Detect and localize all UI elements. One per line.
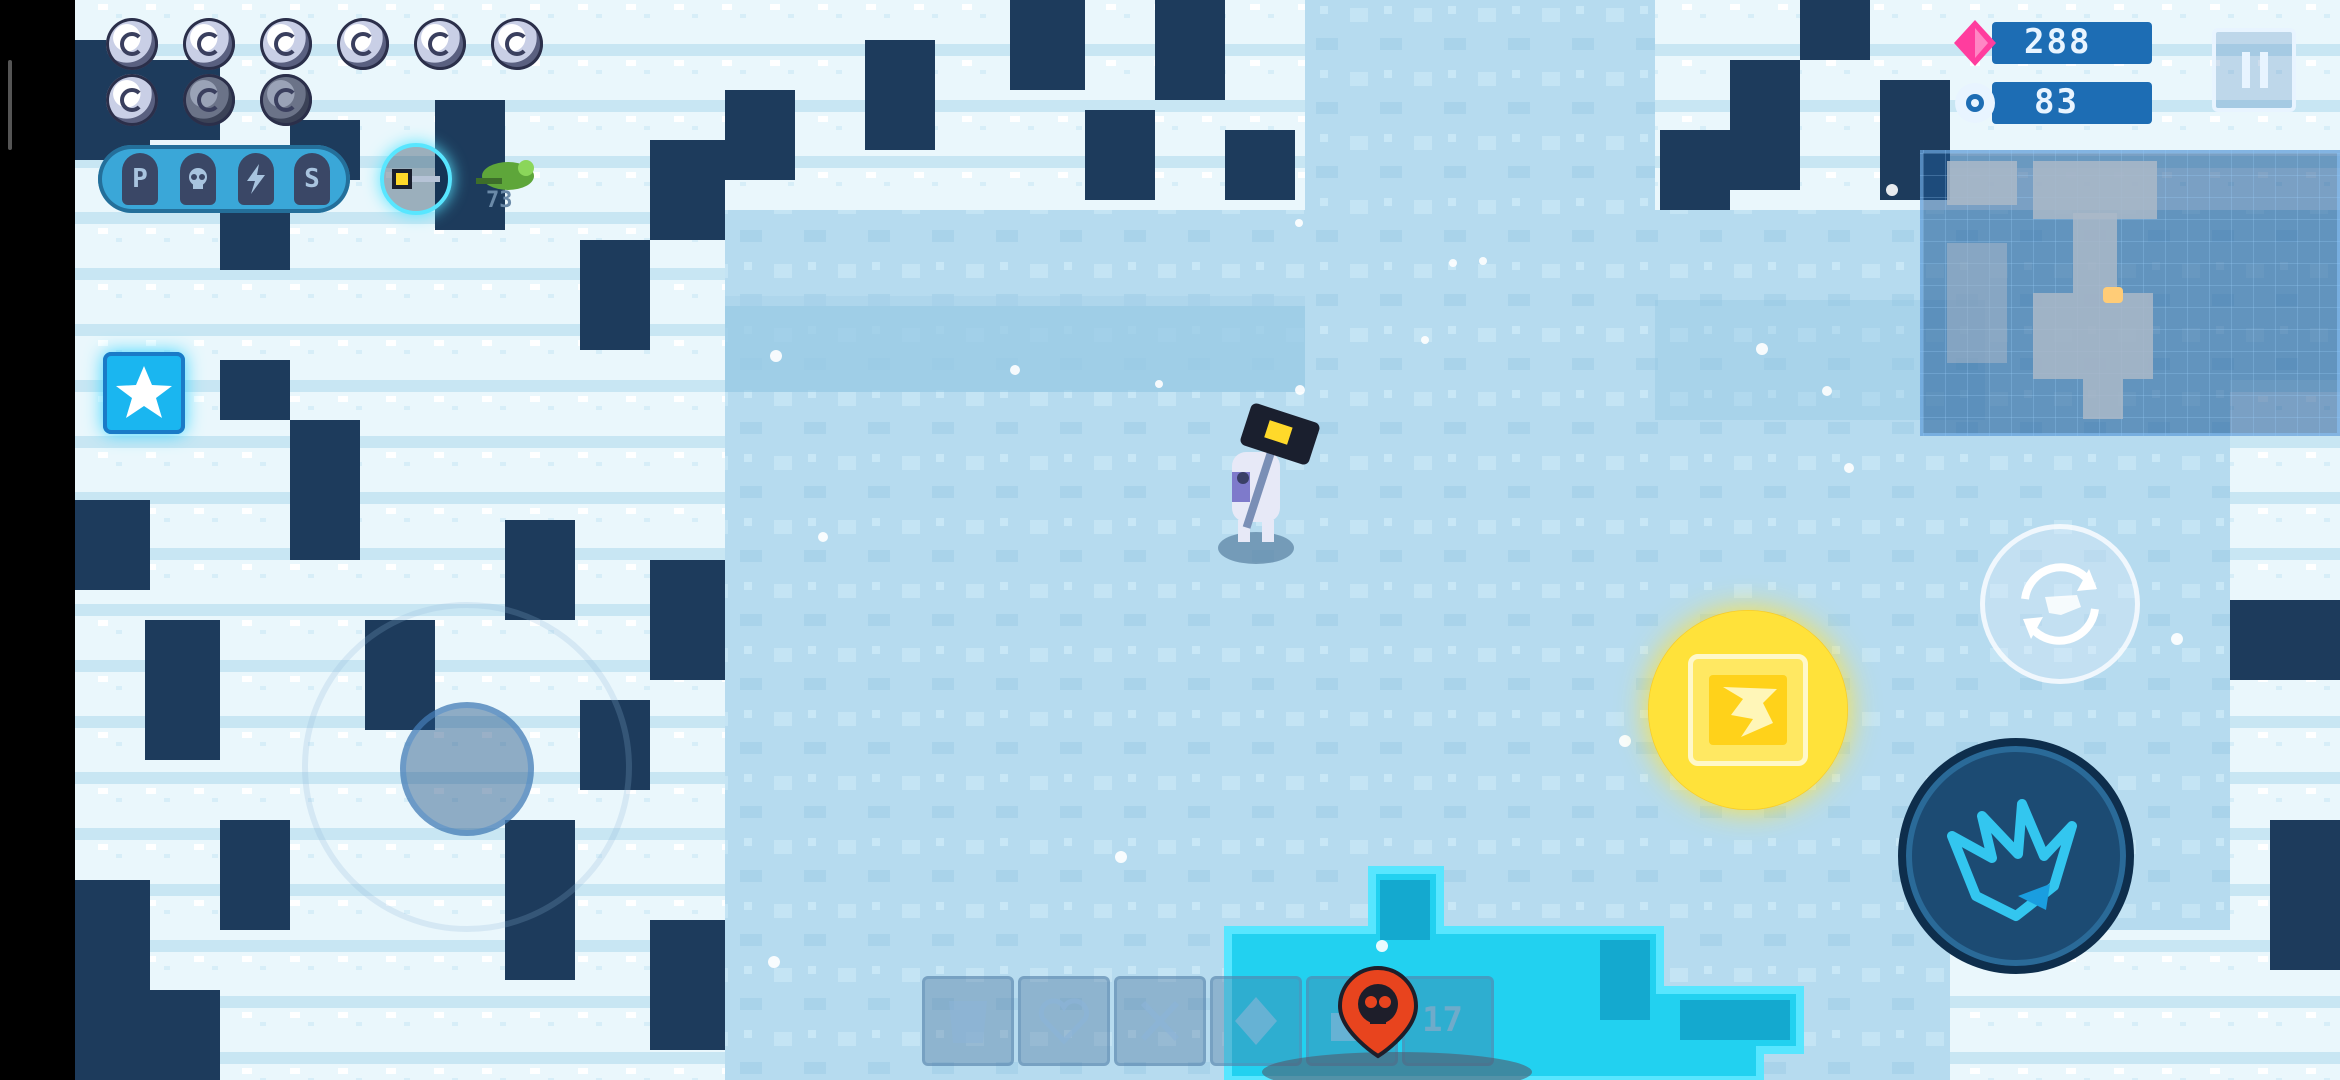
gear-count: 83 <box>2034 82 2079 122</box>
minimap-room <box>2033 293 2153 379</box>
heart-slot-icon <box>1038 998 1090 1045</box>
gear-icon <box>1955 83 1995 123</box>
cross-slot[interactable] <box>1114 976 1206 1066</box>
minimap-room <box>2033 161 2157 219</box>
gem-slot[interactable] <box>1210 976 1302 1066</box>
health-orb-icon <box>183 74 235 126</box>
buff-label: S <box>304 164 320 194</box>
minimap-player-marker <box>2103 287 2123 303</box>
health-orb-icon <box>183 18 235 70</box>
pause-button[interactable] <box>2212 28 2296 112</box>
buff-label: P <box>132 164 148 194</box>
heart-slot[interactable] <box>1018 976 1110 1066</box>
weapon-swap-button[interactable] <box>1980 524 2140 684</box>
gem-icon <box>1954 20 1996 66</box>
health-orb-icon <box>414 18 466 70</box>
skull-buff-icon <box>180 153 216 205</box>
gem-count: 288 <box>2024 22 2092 62</box>
claw-attack-icon <box>1947 799 2077 921</box>
weapon-ammo-count: 73 <box>486 188 513 213</box>
health-orb-icon <box>106 74 158 126</box>
minimap-room <box>2073 213 2117 293</box>
attack-button[interactable] <box>1898 738 2134 974</box>
game-viewport: P S 73 288 83 17 <box>0 0 2340 1080</box>
boss-skull-marker-icon <box>1337 965 1419 1059</box>
weapon-swap-icon <box>2021 563 2099 645</box>
health-orb-icon <box>337 18 389 70</box>
gem-slot-icon <box>1235 997 1277 1045</box>
slot-count: 17 <box>1422 1000 1463 1040</box>
health-orb-icon <box>491 18 543 70</box>
primary-weapon-slot[interactable] <box>380 143 452 215</box>
armor-slot[interactable] <box>922 976 1014 1066</box>
minimap-room <box>1947 243 2007 363</box>
minimap[interactable] <box>1920 150 2340 436</box>
buff-bar: P S <box>98 145 350 213</box>
speed-buff-icon: S <box>294 153 330 205</box>
power-buff-icon: P <box>122 153 158 205</box>
armor-slot-icon <box>949 1001 987 1043</box>
special-ability-icon <box>1688 654 1808 766</box>
joystick-knob[interactable] <box>400 702 534 836</box>
health-orb-icon <box>260 74 312 126</box>
skill-button[interactable] <box>103 352 185 434</box>
lightning-buff-icon <box>238 153 274 205</box>
minimap-room <box>1947 161 2017 205</box>
health-orb-icon <box>260 18 312 70</box>
cross-slot-icon <box>1140 1000 1180 1042</box>
health-orb-icon <box>106 18 158 70</box>
hammer-icon <box>392 169 440 189</box>
minimap-room <box>2083 379 2123 419</box>
star-icon <box>116 366 172 418</box>
